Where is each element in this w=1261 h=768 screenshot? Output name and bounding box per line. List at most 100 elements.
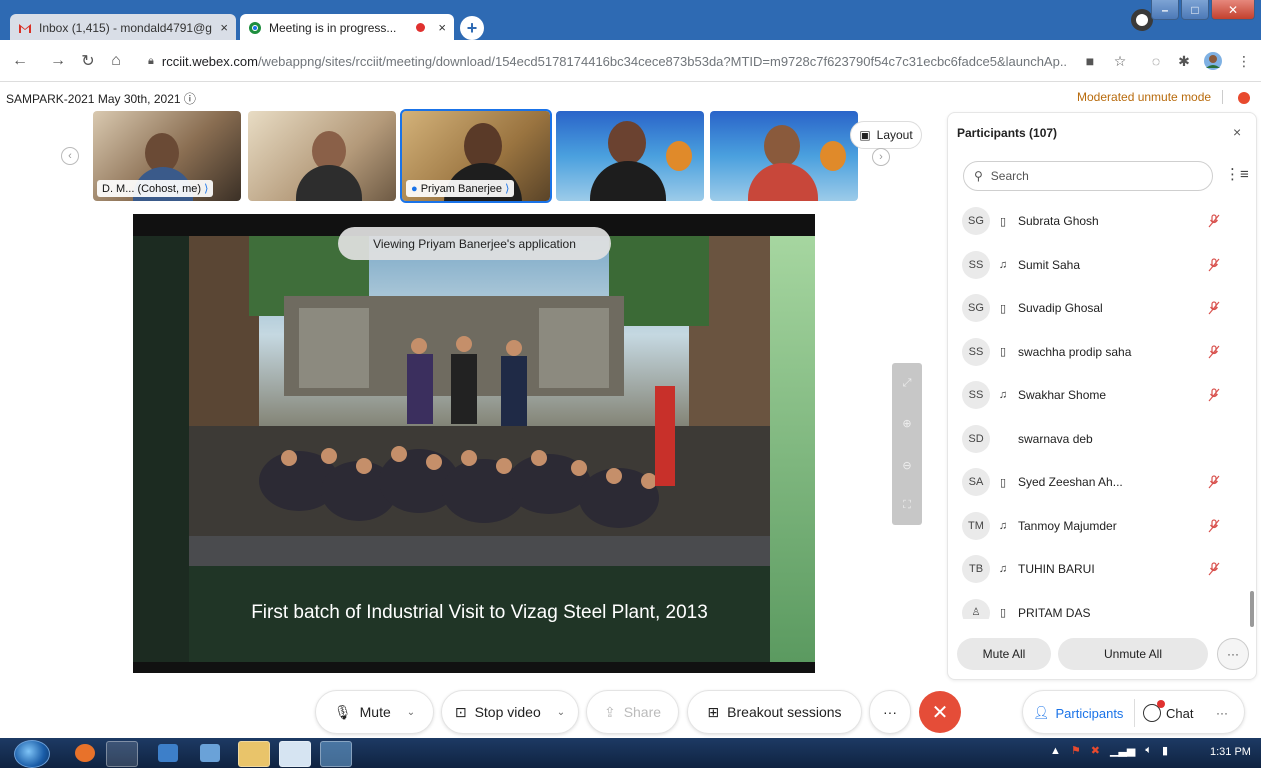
zoom-in-icon[interactable]: ⊕ [892, 411, 922, 435]
phone-device-icon: ▯ [999, 215, 1007, 228]
phone-device-icon: ▯ [999, 302, 1007, 315]
participant-row[interactable]: SG ▯ Suvadip Ghosal [948, 286, 1248, 330]
breakout-sessions-button[interactable]: ⊞ Breakout sessions [687, 690, 862, 734]
network-flag-icon[interactable]: ⚑ [1071, 744, 1081, 757]
participant-row[interactable]: TB ♫ TUHIN BARUI [948, 547, 1248, 591]
muted-mic-icon[interactable] [1208, 257, 1220, 272]
window-controls: – □ ✕ [1151, 0, 1255, 20]
info-icon[interactable]: ⓘ [184, 92, 196, 106]
video-thumbnail[interactable]: D. M... (Cohost, me) ⟩ [93, 111, 241, 201]
chat-toggle-button[interactable]: Chat [1143, 691, 1193, 735]
muted-mic-icon[interactable] [1208, 388, 1220, 402]
divider [1134, 699, 1135, 727]
close-icon[interactable]: × [1233, 124, 1241, 140]
calculator-icon[interactable] [200, 744, 220, 762]
reload-icon[interactable]: ↻ [78, 51, 98, 71]
chevron-down-icon[interactable]: ⌄ [407, 707, 415, 718]
avatar: SG [962, 294, 990, 322]
muted-mic-icon[interactable] [1208, 518, 1220, 533]
end-meeting-button[interactable]: ✕ [919, 691, 961, 733]
extension-icon[interactable]: ◌ [1146, 51, 1166, 71]
bookmark-star-icon[interactable]: ☆ [1110, 51, 1130, 71]
tab-title: Inbox (1,415) - mondald4791@g [39, 20, 212, 35]
meeting-title[interactable]: SAMPARK-2021 May 30th, 2021 ⓘ [6, 90, 196, 107]
tray-expand-icon[interactable]: ▲ [1050, 745, 1061, 757]
url-input[interactable]: 🔒︎ rcciit.webex.com/webappng/sites/rccii… [138, 46, 1068, 76]
chrome-profile-icon[interactable] [1131, 9, 1153, 31]
recording-icon [416, 23, 426, 32]
zoom-out-icon[interactable]: ⊖ [892, 453, 922, 477]
participant-row[interactable]: TM ♫ Tanmoy Majumder [948, 504, 1248, 548]
group-photo-image [189, 236, 770, 566]
right-more-button[interactable]: ··· [1216, 691, 1228, 735]
expand-icon[interactable]: ⤢ [892, 371, 922, 395]
video-thumbnail[interactable] [248, 111, 396, 201]
sort-icon[interactable]: ⋮≡ [1225, 165, 1249, 183]
camera-icon: ⊡ [454, 703, 467, 720]
word-icon[interactable] [279, 741, 311, 767]
participant-list-scrollbar[interactable] [1250, 591, 1254, 627]
moderated-unmute-label: Moderated unmute mode [1077, 90, 1212, 104]
share-icon: ⇪ [603, 703, 616, 720]
close-tab-icon[interactable]: × [220, 20, 228, 35]
mute-button[interactable]: 🎙︎ Mute ⌄ [315, 690, 434, 734]
menu-icon[interactable]: ⋮ [1234, 51, 1254, 71]
tab-gmail[interactable]: Inbox (1,415) - mondald4791@g × [10, 14, 236, 41]
share-button[interactable]: ⇪ Share [586, 690, 679, 734]
thumbnail-prev-icon[interactable]: ‹ [61, 147, 79, 165]
paint-icon[interactable] [320, 741, 352, 767]
action-center-icon[interactable]: ✖ [1091, 744, 1100, 757]
pinned-app-icon[interactable] [158, 744, 178, 762]
chevron-down-icon[interactable]: ⌄ [557, 707, 565, 718]
puzzle-icon[interactable]: ✱ [1174, 51, 1194, 71]
muted-mic-icon[interactable] [1208, 562, 1220, 576]
signal-icon[interactable]: ▁▃▅ [1110, 744, 1135, 757]
back-icon[interactable]: ← [10, 51, 30, 71]
tab-webex-meeting[interactable]: Meeting is in progress... × [240, 14, 454, 41]
participant-row[interactable]: SD swarnava deb [948, 417, 1248, 461]
forward-icon[interactable]: → [48, 51, 68, 71]
firefox-icon[interactable] [75, 744, 95, 762]
participants-more-button[interactable]: ··· [1217, 638, 1249, 670]
video-thumbnail[interactable] [556, 111, 704, 201]
mute-all-button[interactable]: Mute All [957, 638, 1051, 670]
microphone-icon: 🎙︎ [333, 703, 352, 720]
minimize-button[interactable]: – [1151, 0, 1179, 20]
avatar[interactable] [1203, 51, 1223, 71]
muted-mic-icon[interactable] [1208, 214, 1220, 228]
close-window-button[interactable]: ✕ [1211, 0, 1255, 20]
layout-button[interactable]: ▣ Layout [850, 121, 922, 149]
participant-row[interactable]: SS ♫ Swakhar Shome [948, 373, 1248, 417]
new-tab-button[interactable]: + [460, 16, 484, 40]
close-tab-icon[interactable]: × [438, 20, 446, 35]
unmute-all-button[interactable]: Unmute All [1058, 638, 1208, 670]
fit-icon[interactable]: ⛶ [892, 493, 922, 517]
participant-row[interactable]: SS ▯ swachha prodip saha [948, 330, 1248, 374]
participant-row[interactable]: SG ▯ Subrata Ghosh [948, 199, 1248, 243]
file-explorer-icon[interactable] [238, 741, 270, 767]
video-thumbnail-active-speaker[interactable]: ● Priyam Banerjee ⟩ [400, 109, 552, 203]
recording-indicator-icon[interactable] [1238, 92, 1250, 104]
power-icon[interactable]: ▮ [1162, 744, 1168, 757]
stop-video-button[interactable]: ⊡ Stop video ⌄ [441, 690, 579, 734]
avatar: SD [962, 424, 990, 453]
participant-face [608, 121, 646, 165]
muted-mic-icon[interactable] [1208, 301, 1220, 315]
muted-mic-icon[interactable] [1208, 344, 1220, 359]
participant-row[interactable]: SS ♫ Sumit Saha [948, 243, 1248, 287]
chrome-icon[interactable] [106, 741, 138, 767]
lock-icon: 🔒︎ [148, 54, 154, 67]
thumbnail-next-icon[interactable]: › [872, 148, 890, 166]
maximize-button[interactable]: □ [1181, 0, 1209, 20]
volume-icon[interactable]: 🔈︎ [1145, 744, 1152, 757]
more-options-button[interactable]: ··· [869, 690, 911, 734]
participant-search-input[interactable]: ⚲ Search [963, 161, 1213, 191]
windows-start-icon[interactable] [14, 740, 50, 768]
participant-row[interactable]: ♙ ▯ PRITAM DAS [948, 591, 1248, 619]
muted-mic-icon[interactable] [1208, 475, 1220, 489]
participant-row[interactable]: SA ▯ Syed Zeeshan Ah... [948, 460, 1248, 504]
home-icon[interactable]: ⌂ [106, 51, 126, 71]
participants-toggle-button[interactable]: 👤︎ Participants [1033, 691, 1123, 735]
camera-icon[interactable]: ■ [1080, 51, 1100, 71]
video-thumbnail[interactable] [710, 111, 858, 201]
